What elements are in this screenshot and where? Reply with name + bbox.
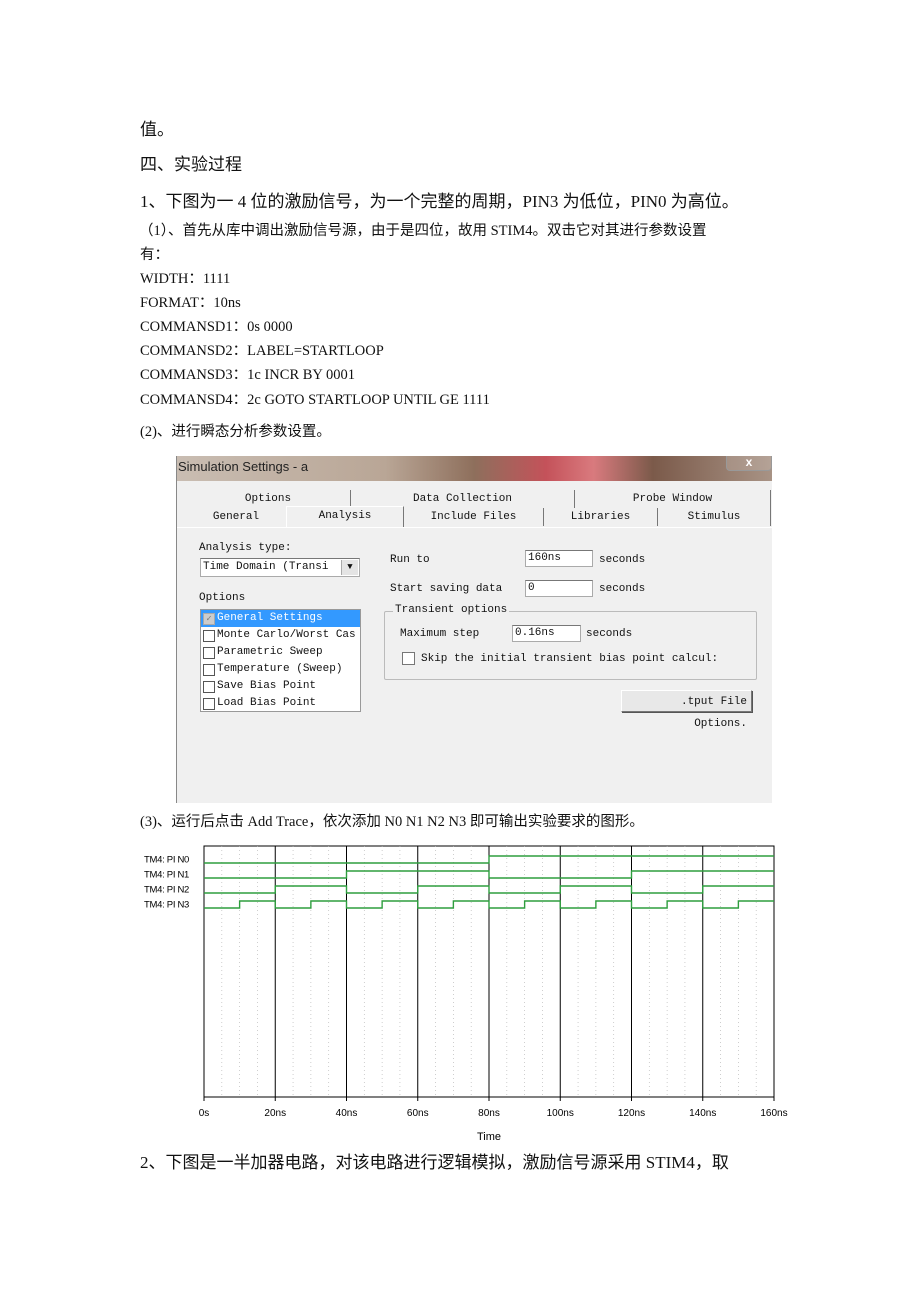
option-label: Temperature (Sweep) [217,663,343,675]
option-general-settings[interactable]: ✓ General Settings [201,610,360,627]
tab-libraries[interactable]: Libraries [544,508,658,526]
transient-options-legend: Transient options [393,604,510,616]
section-heading: 四、实验过程 [140,155,242,174]
step-1-line-1: （1）、首先从库中调出激励信号源，由于是四位，故用 STIM4。双击它对其进行参… [139,223,707,239]
output-file-options-button[interactable]: .tput File Options. [621,690,752,730]
max-step-label: Maximum step [400,628,480,640]
start-saving-label: Start saving data [390,583,503,595]
x-tick-label: 140ns [689,1108,716,1119]
dialog-title: Simulation Settings - a [178,459,309,474]
analysis-type-label: Analysis type: [199,542,292,554]
signal-label: TM4: PI N1 [144,870,189,881]
run-to-seconds: seconds [599,554,646,566]
checkbox-icon[interactable] [203,630,215,642]
x-tick-label: 160ns [760,1108,787,1119]
skip-bias-checkbox[interactable] [402,652,415,665]
run-to-input[interactable]: 160ns [525,550,593,567]
tab-include-files[interactable]: Include Files [404,508,544,526]
option-temperature-sweep[interactable]: Temperature (Sweep) [201,661,360,678]
start-saving-seconds: seconds [599,583,646,595]
checkbox-icon[interactable] [203,664,215,676]
x-tick-label: 0s [199,1108,210,1119]
run-to-label: Run to [390,554,430,566]
x-tick-label: 40ns [336,1108,358,1119]
analysis-type-value: Time Domain (Transi [203,561,329,573]
option-label: Parametric Sweep [217,646,323,658]
param-command-2: COMMANSD2：LABEL=STARTLOOP [140,343,384,359]
x-tick-label: 100ns [547,1108,574,1119]
checkbox-icon[interactable] [203,698,215,710]
option-load-bias-point[interactable]: Load Bias Point [201,695,360,712]
skip-bias-label: Skip the initial transient bias point ca… [421,653,719,665]
param-command-1: COMMANSD1：0s 0000 [140,319,293,335]
checkbox-icon[interactable] [203,681,215,693]
option-label: Load Bias Point [217,697,317,709]
tab-divider [177,527,772,528]
checkbox-icon[interactable] [203,647,215,659]
param-format: FORMAT：10ns [140,295,241,311]
x-tick-label: 60ns [407,1108,429,1119]
step-2: (2)、进行瞬态分析参数设置。 [140,424,331,440]
signal-label: TM4: PI N3 [144,900,189,911]
tab-general[interactable]: General [186,508,286,526]
option-save-bias-point[interactable]: Save Bias Point [201,678,360,695]
options-list: ✓ General Settings Monte Carlo/Worst Cas … [200,609,361,712]
option-label: Monte Carlo/Worst Cas [217,629,356,641]
transient-options-group: Transient options Maximum step 0.16ns se… [384,604,757,680]
option-monte-carlo[interactable]: Monte Carlo/Worst Cas [201,627,360,644]
dialog-titlebar: Simulation Settings - a x [177,456,772,481]
option-parametric-sweep[interactable]: Parametric Sweep [201,644,360,661]
x-tick-label: 20ns [264,1108,286,1119]
tab-probe-window[interactable]: Probe Window [575,490,771,508]
x-tick-label: 120ns [618,1108,645,1119]
max-step-input[interactable]: 0.16ns [512,625,581,642]
chevron-down-icon[interactable]: ▼ [341,560,358,575]
start-saving-input[interactable]: 0 [525,580,593,597]
analysis-type-select[interactable]: Time Domain (Transi ▼ [200,558,360,577]
checkbox-icon[interactable]: ✓ [203,613,215,625]
waveform-chart: TM4: PI N0 TM4: PI N1 TM4: PI N2 TM4: PI N3… [144,845,788,1143]
x-axis-label: Time [477,1131,501,1143]
signal-label: TM4: PI N2 [144,885,189,896]
x-tick-label: 80ns [478,1108,500,1119]
step-3: (3)、运行后点击 Add Trace，依次添加 N0 N1 N2 N3 即可输… [140,814,644,830]
options-label: Options [199,592,246,604]
item-2: 2、下图是一半加器电路，对该电路进行逻辑模拟，激励信号源采用 STIM4，取 [140,1153,729,1172]
item-1: 1、下图为一 4 位的激励信号，为一个完整的周期，PIN3 为低位，PIN0 为… [140,192,739,211]
close-button[interactable]: x [726,456,772,471]
param-width: WIDTH：1111 [140,271,231,287]
max-step-seconds: seconds [586,628,633,640]
simulation-settings-dialog: Simulation Settings - a x Options Data C… [176,456,772,803]
tab-analysis[interactable]: Analysis [286,506,404,527]
text-line: 值。 [140,120,174,139]
tab-stimulus[interactable]: Stimulus [658,508,771,526]
signal-label: TM4: PI N0 [144,855,189,866]
param-command-4: COMMANSD4：2c GOTO STARTLOOP UNTIL GE 111… [140,392,490,408]
step-1-line-2: 有： [140,247,169,263]
option-label: General Settings [217,612,323,624]
option-label: Save Bias Point [217,680,317,692]
param-command-3: COMMANSD3：1c INCR BY 0001 [140,367,355,383]
